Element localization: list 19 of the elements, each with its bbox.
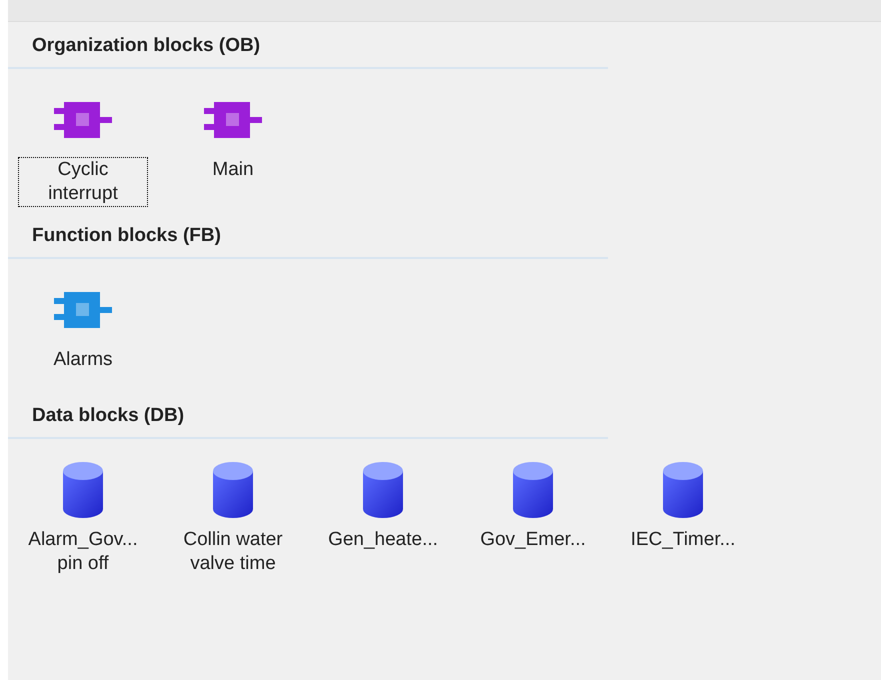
function-block-icon — [202, 100, 264, 140]
function-block-icon — [52, 100, 114, 140]
section-heading: Organization blocks (OB) — [32, 35, 260, 56]
section-heading: Function blocks (FB) — [32, 225, 221, 246]
block-label[interactable]: Alarm_Gov... pin off — [18, 526, 148, 576]
block-label[interactable]: Gov_Emer... — [477, 526, 589, 552]
database-icon — [362, 460, 404, 518]
block-label[interactable]: Gen_heate... — [325, 526, 441, 552]
database-icon — [512, 460, 554, 518]
block-label[interactable]: Alarms — [50, 346, 116, 372]
block-label[interactable]: Cyclic interrupt — [18, 156, 148, 206]
database-icon — [62, 460, 104, 518]
database-icon — [662, 460, 704, 518]
block-label[interactable]: Collin water valve time — [168, 526, 298, 576]
block-label[interactable]: Main — [209, 156, 257, 182]
function-block-icon — [52, 290, 114, 330]
database-icon — [212, 460, 254, 518]
block-label[interactable]: IEC_Timer... — [628, 526, 738, 552]
section-heading: Data blocks (DB) — [32, 405, 184, 426]
